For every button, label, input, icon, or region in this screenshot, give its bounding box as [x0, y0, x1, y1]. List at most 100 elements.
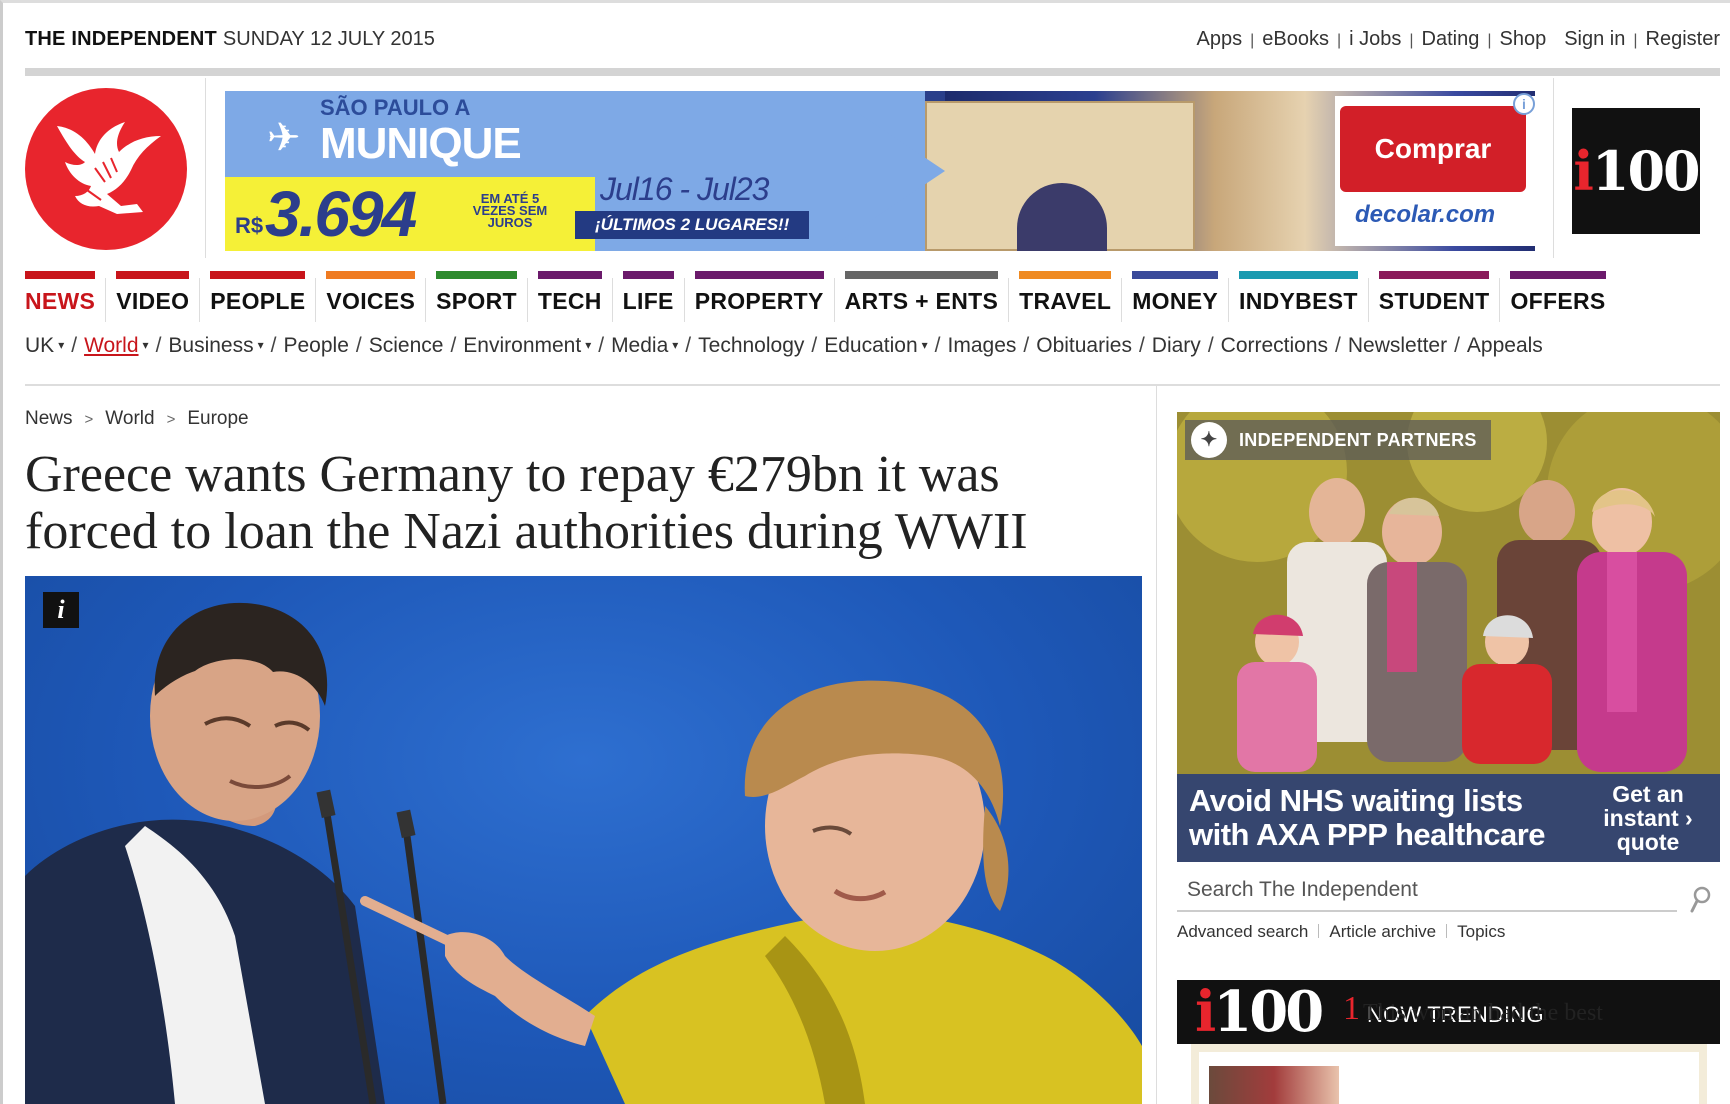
subnav-environment[interactable]: Environment: [463, 334, 581, 357]
ad-dates: Jul16 - Jul23: [600, 171, 769, 207]
section-color-bar: [844, 271, 999, 279]
separator: [425, 278, 427, 322]
section-offers[interactable]: OFFERS: [1510, 270, 1606, 320]
subnav-obituaries[interactable]: Obituaries: [1036, 334, 1132, 357]
subnav-science[interactable]: Science: [369, 334, 444, 357]
section-indybest[interactable]: INDYBEST: [1239, 270, 1358, 320]
separator: [683, 278, 685, 322]
topics-link[interactable]: Topics: [1457, 922, 1505, 941]
eagle-logo[interactable]: [25, 88, 187, 250]
register-link[interactable]: Register: [1646, 28, 1720, 50]
section-life[interactable]: LIFE: [622, 270, 674, 320]
breadcrumb-news[interactable]: News: [25, 408, 73, 429]
article-archive-link[interactable]: Article archive: [1329, 922, 1436, 941]
separator: /: [1023, 334, 1030, 357]
section-arts-ents[interactable]: ARTS + ENTS: [844, 270, 999, 320]
link-dating[interactable]: Dating: [1422, 28, 1480, 50]
section-video[interactable]: VIDEO: [116, 270, 190, 320]
separator: |: [1250, 32, 1255, 49]
subnav-business[interactable]: Business: [168, 334, 253, 357]
search-links: Advanced search Article archive Topics: [1177, 922, 1505, 942]
search-box: [1177, 872, 1677, 912]
headline-line-1: Greece wants Germany to repay €279bn it …: [25, 446, 1000, 503]
partner-message: Avoid NHS waiting lists with AXA PPP hea…: [1189, 784, 1546, 852]
banner-ad[interactable]: ✈ SÃO PAULO A MUNIQUE R$ 3.694 EM ATÉ 5 …: [225, 91, 1535, 251]
ad-info-icon[interactable]: i: [1513, 93, 1535, 115]
section-travel[interactable]: TRAVEL: [1019, 270, 1112, 320]
section-label: MONEY: [1132, 288, 1219, 314]
chevron-down-icon[interactable]: ▾: [58, 338, 64, 352]
subnav-people[interactable]: People: [284, 334, 349, 357]
brand-name[interactable]: THE INDEPENDENT: [25, 28, 217, 50]
sign-in-link[interactable]: Sign in: [1564, 28, 1625, 50]
i100-letter-i: i: [1573, 139, 1593, 203]
subnav-uk[interactable]: UK: [25, 334, 54, 357]
search-icon[interactable]: [1690, 885, 1712, 915]
section-color-bar: [1132, 271, 1219, 279]
link-apps[interactable]: Apps: [1196, 28, 1242, 50]
separator: /: [1454, 334, 1460, 357]
section-color-bar: [436, 271, 517, 279]
link-ijobs[interactable]: i Jobs: [1349, 28, 1401, 50]
section-color-bar: [1510, 271, 1606, 279]
advanced-search-link[interactable]: Advanced search: [1177, 922, 1308, 941]
subnav-appeals[interactable]: Appeals: [1467, 334, 1543, 357]
image-info-icon[interactable]: i: [43, 592, 79, 628]
chevron-right-icon: >: [84, 411, 94, 428]
chevron-down-icon[interactable]: ▾: [922, 338, 928, 352]
section-color-bar: [1378, 271, 1490, 279]
trending-item[interactable]: [1199, 1052, 1699, 1104]
section-money[interactable]: MONEY: [1132, 270, 1219, 320]
search-input[interactable]: [1177, 872, 1677, 908]
separator: [1121, 278, 1123, 322]
separator: [1228, 278, 1230, 322]
link-ebooks[interactable]: eBooks: [1262, 28, 1329, 50]
i100-letter-i: i: [1195, 979, 1216, 1045]
header-divider: [1553, 78, 1554, 258]
eagle-icon: ✦: [1191, 422, 1227, 458]
subnav-newsletter[interactable]: Newsletter: [1348, 334, 1447, 357]
ad-urgency: ¡ÚLTIMOS 2 LUGARES!!: [575, 211, 810, 239]
partner-ad[interactable]: ✦ INDEPENDENT PARTNERS Avoid NHS waiting …: [1177, 412, 1720, 862]
i100-logo[interactable]: i100: [1195, 979, 1324, 1045]
section-news[interactable]: NEWS: [25, 270, 96, 320]
article-hero-image[interactable]: i: [25, 576, 1142, 1104]
separator: /: [155, 334, 162, 357]
separator: [1367, 278, 1369, 322]
chevron-down-icon[interactable]: ▾: [258, 338, 264, 352]
section-people[interactable]: PEOPLE: [210, 270, 306, 320]
subnav-media[interactable]: Media: [611, 334, 668, 357]
i100-number: 100: [1213, 979, 1324, 1045]
separator: /: [1138, 334, 1145, 357]
trending-rank: 1: [1343, 990, 1360, 1027]
subnav-world[interactable]: World: [84, 334, 138, 357]
separator: /: [685, 334, 692, 357]
partner-tag: ✦ INDEPENDENT PARTNERS: [1185, 420, 1491, 460]
chevron-down-icon[interactable]: ▾: [585, 338, 591, 352]
section-color-bar: [210, 271, 306, 279]
section-student[interactable]: STUDENT: [1378, 270, 1490, 320]
chevron-down-icon[interactable]: ▾: [143, 338, 149, 352]
trending-list: [1191, 1044, 1707, 1104]
breadcrumb-world[interactable]: World: [105, 408, 154, 429]
separator: |: [1409, 32, 1414, 49]
subnav-education[interactable]: Education: [824, 334, 917, 357]
ad-buy-button[interactable]: Comprar: [1340, 106, 1526, 192]
breadcrumb-europe[interactable]: Europe: [187, 408, 248, 429]
get-quote-button[interactable]: Get an instant › quote: [1588, 782, 1708, 854]
section-tech[interactable]: TECH: [537, 270, 602, 320]
masthead-brand: THE INDEPENDENT SUNDAY 12 JULY 2015: [25, 28, 435, 51]
i100-logo[interactable]: i100: [1572, 108, 1701, 234]
link-shop[interactable]: Shop: [1499, 28, 1546, 50]
chevron-down-icon[interactable]: ▾: [672, 338, 678, 352]
trending-title[interactable]: This woman had the best: [1363, 1000, 1603, 1027]
subnav-diary[interactable]: Diary: [1152, 334, 1201, 357]
section-sport[interactable]: SPORT: [436, 270, 517, 320]
ad-currency: R$: [235, 213, 264, 238]
section-label: NEWS: [25, 288, 96, 314]
subnav-corrections[interactable]: Corrections: [1221, 334, 1328, 357]
subnav-technology[interactable]: Technology: [698, 334, 804, 357]
section-voices[interactable]: VOICES: [326, 270, 416, 320]
section-property[interactable]: PROPERTY: [694, 270, 824, 320]
subnav-images[interactable]: Images: [948, 334, 1017, 357]
